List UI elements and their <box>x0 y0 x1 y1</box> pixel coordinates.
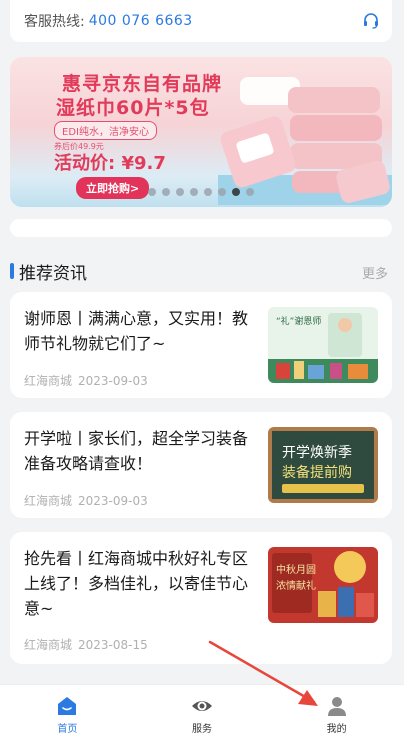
tab-mine[interactable]: 我的 <box>269 685 404 736</box>
news-thumbnail: “礼”谢恩师 <box>268 307 378 383</box>
news-card[interactable]: 抢先看丨红海商城中秋好礼专区上线了！多档佳礼，以寄佳节心意~ 红海商城 2023-… <box>10 532 392 664</box>
carousel-dot-active[interactable] <box>232 188 240 196</box>
news-source: 红海商城 <box>24 374 73 388</box>
section-title: 推荐资讯 <box>19 264 87 284</box>
carousel-dot[interactable] <box>246 188 254 196</box>
headset-icon[interactable] <box>362 12 380 30</box>
carousel-indicator[interactable] <box>148 188 254 196</box>
more-link[interactable]: 更多 <box>362 263 388 282</box>
banner-price: 活动价: ¥9.7 <box>54 153 166 174</box>
wet-wipes-product-image <box>218 77 392 205</box>
tab-home[interactable]: 首页 <box>0 685 135 736</box>
news-source: 红海商城 <box>24 494 73 508</box>
section-accent-bar <box>10 263 14 279</box>
tab-label: 首页 <box>57 724 78 735</box>
news-date: 2023-09-03 <box>78 374 148 388</box>
bottom-tab-bar: 首页 服务 我的 <box>0 684 404 736</box>
news-date: 2023-08-15 <box>78 638 148 652</box>
news-thumbnail: 中秋月圆 浓情献礼 <box>268 547 378 623</box>
news-title: 谢师恩丨满满心意，又实用！教师节礼物就它们了~ <box>24 309 249 353</box>
banner-line1: 惠寻京东自有品牌 <box>62 73 223 95</box>
news-card[interactable]: 谢师恩丨满满心意，又实用！教师节礼物就它们了~ 红海商城 2023-09-03 “… <box>10 292 392 398</box>
eye-icon <box>192 701 212 711</box>
hotline-label: 客服热线: <box>24 14 85 30</box>
promo-banner[interactable]: 惠寻京东自有品牌 湿纸巾60片*5包 EDI纯水，洁净安心 券后价49.9元 活… <box>10 57 392 207</box>
svg-text:浓情献礼: 浓情献礼 <box>276 579 316 592</box>
news-source: 红海商城 <box>24 638 73 652</box>
tab-service[interactable]: 服务 <box>135 685 270 736</box>
svg-text:开学焕新季: 开学焕新季 <box>282 444 352 461</box>
svg-text:中秋月圆: 中秋月圆 <box>276 563 316 576</box>
news-thumbnail: 开学焕新季 装备提前购 <box>268 427 378 503</box>
carousel-dot[interactable] <box>190 188 198 196</box>
carousel-dot[interactable] <box>162 188 170 196</box>
news-date: 2023-09-03 <box>78 494 148 508</box>
content-strip <box>10 219 392 237</box>
news-meta: 红海商城 2023-08-15 <box>24 636 148 653</box>
carousel-dot[interactable] <box>204 188 212 196</box>
carousel-dot[interactable] <box>176 188 184 196</box>
home-icon <box>58 697 77 715</box>
svg-text:装备提前购: 装备提前购 <box>282 464 352 481</box>
user-icon <box>327 697 346 716</box>
hotline-number[interactable]: 400 076 6663 <box>89 13 193 29</box>
banner-line2: 湿纸巾60片*5包 <box>56 97 210 119</box>
tab-label: 服务 <box>192 724 212 735</box>
news-meta: 红海商城 2023-09-03 <box>24 372 148 389</box>
news-card[interactable]: 开学啦丨家长们，超全学习装备准备攻略请查收！ 红海商城 2023-09-03 开学… <box>10 412 392 518</box>
carousel-dot[interactable] <box>218 188 226 196</box>
news-title: 抢先看丨红海商城中秋好礼专区上线了！多档佳礼，以寄佳节心意~ <box>24 549 249 618</box>
news-title: 开学啦丨家长们，超全学习装备准备攻略请查收！ <box>24 429 249 473</box>
banner-cta-button[interactable]: 立即抢购> <box>76 177 150 199</box>
hotline-bar[interactable]: 客服热线: 400 076 6663 <box>10 0 392 42</box>
thumb-caption: “礼”谢恩师 <box>276 315 321 327</box>
tab-label: 我的 <box>326 724 347 735</box>
recommend-news-header: 推荐资讯 更多 <box>10 258 392 284</box>
banner-line3: EDI纯水，洁净安心 <box>54 121 157 140</box>
carousel-dot[interactable] <box>148 188 156 196</box>
news-meta: 红海商城 2023-09-03 <box>24 492 148 509</box>
